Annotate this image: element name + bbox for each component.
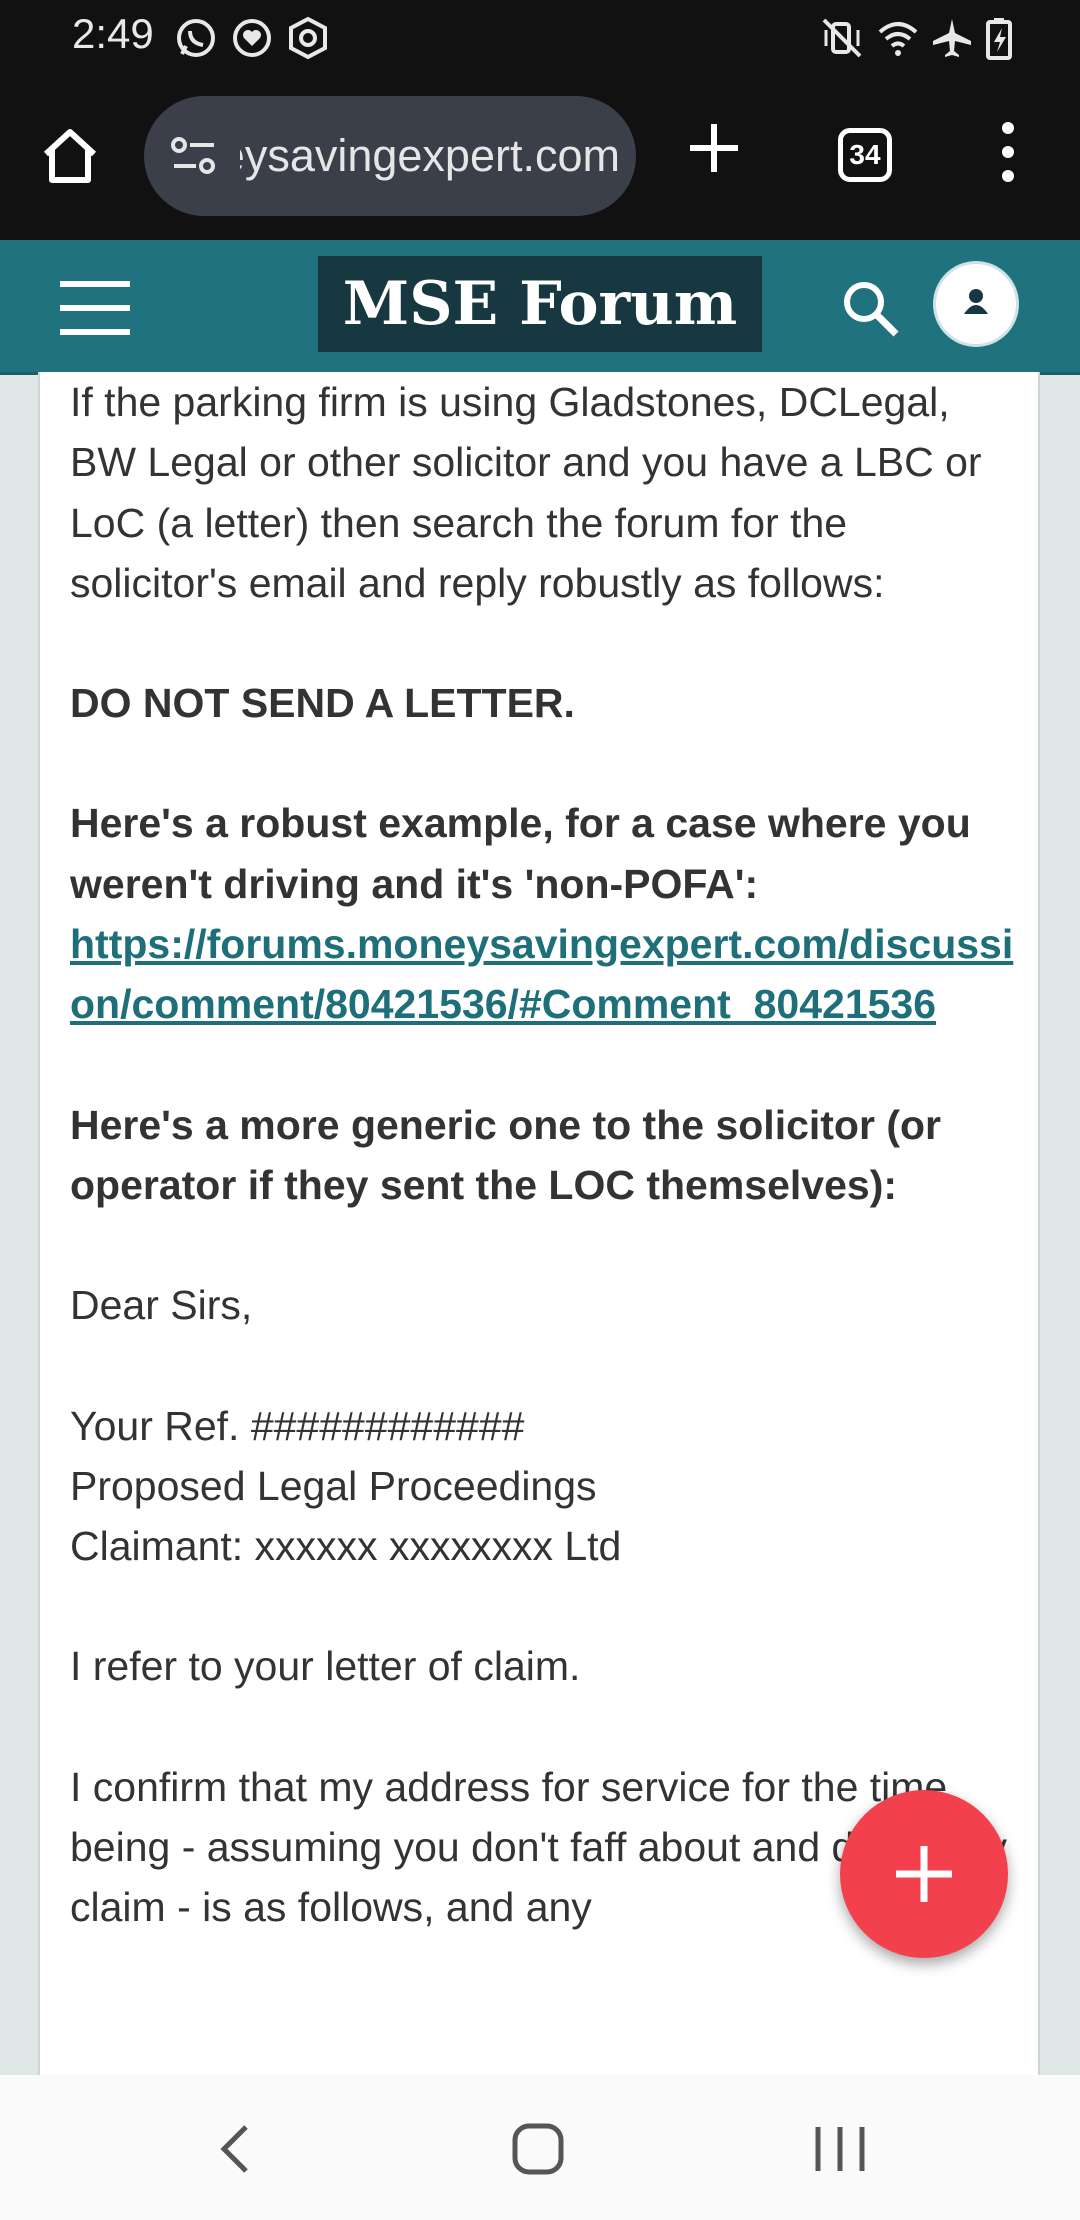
post-paragraph: If the parking firm is using Gladstones,… <box>70 379 982 606</box>
battery-icon <box>986 18 1012 60</box>
post-heading: Here's a robust example, for a case wher… <box>70 800 971 907</box>
browser-toolbar: moneysavingexpert.com 34 <box>0 72 1080 240</box>
system-nav-bar <box>0 2075 1080 2220</box>
post-line: Proposed Legal Proceedings <box>70 1462 597 1509</box>
discussion-link[interactable]: https://forums.moneysavingexpert.com/dis… <box>70 921 1013 1027</box>
hamburger-menu-icon[interactable] <box>58 280 132 336</box>
status-time: 2:49 <box>72 10 154 57</box>
address-bar[interactable]: moneysavingexpert.com <box>144 96 636 216</box>
new-tab-icon[interactable] <box>686 120 742 176</box>
post-body: If the parking firm is using Gladstones,… <box>70 372 1018 1998</box>
home-icon[interactable] <box>38 124 102 188</box>
post-paragraph: I refer to your letter of claim. <box>70 1643 581 1690</box>
more-menu-icon[interactable] <box>994 116 1022 188</box>
tab-switcher-button[interactable]: 34 <box>838 128 892 182</box>
post-line: Your Ref. ############ <box>70 1402 525 1449</box>
user-avatar-icon[interactable] <box>936 264 1016 344</box>
search-icon[interactable] <box>840 278 900 338</box>
post-paragraph: Dear Sirs, <box>70 1282 253 1329</box>
post-line: Claimant: xxxxxx xxxxxxxx Ltd <box>70 1523 622 1570</box>
home-nav-icon[interactable] <box>510 2121 566 2177</box>
recent-apps-icon[interactable] <box>812 2123 868 2175</box>
post-heading: DO NOT SEND A LETTER. <box>70 680 575 727</box>
url-text: moneysavingexpert.com <box>240 130 620 181</box>
status-bar: 2:49 <box>0 0 1080 72</box>
whatsapp-icon <box>177 19 215 57</box>
new-post-fab[interactable] <box>840 1790 1008 1958</box>
wifi-icon <box>878 22 918 56</box>
vibrate-mute-icon <box>822 18 862 58</box>
hexagon-icon <box>289 16 327 60</box>
back-icon[interactable] <box>210 2121 260 2177</box>
site-header: MSE Forum <box>0 240 1080 375</box>
site-settings-icon[interactable] <box>170 134 218 178</box>
heart-chat-icon <box>233 19 271 57</box>
plus-icon <box>896 1846 952 1902</box>
airplane-icon <box>933 19 971 57</box>
site-logo[interactable]: MSE Forum <box>318 256 762 352</box>
post-heading: Here's a more generic one to the solicit… <box>70 1101 941 1208</box>
